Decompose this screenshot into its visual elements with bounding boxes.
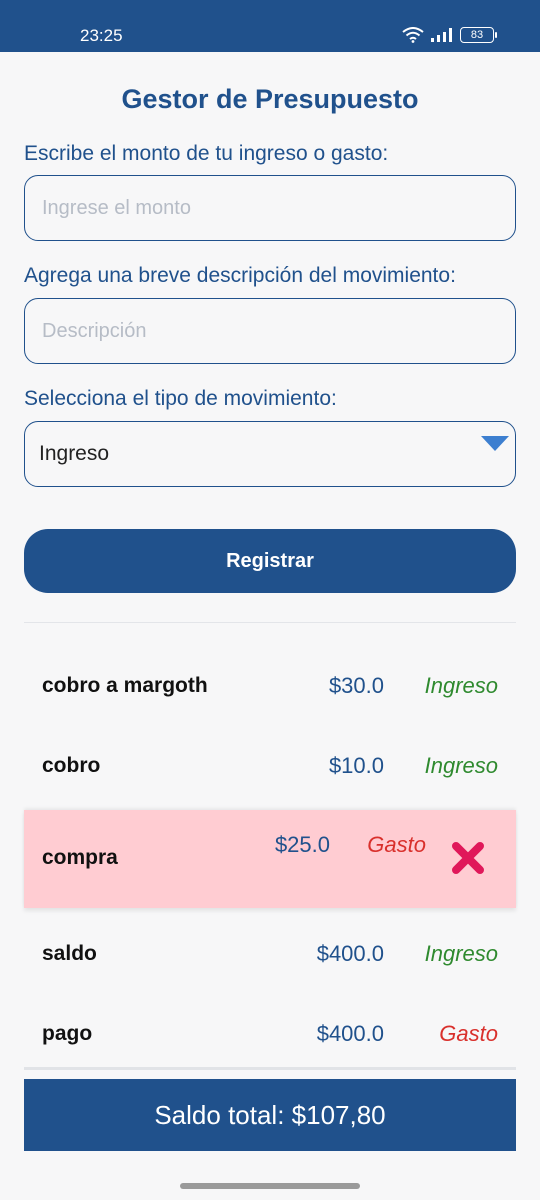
movement-row[interactable]: saldo $400.0 Ingreso: [24, 914, 516, 994]
signal-icon: [431, 28, 452, 42]
battery-icon: 83: [460, 27, 497, 43]
type-selected-value: Ingreso: [39, 442, 110, 465]
movement-row-selected[interactable]: compra $25.0 Gasto: [24, 810, 516, 908]
movement-description: compra: [42, 846, 118, 869]
amount-field[interactable]: [24, 175, 516, 241]
home-indicator[interactable]: [180, 1183, 360, 1189]
type-label: Selecciona el tipo de movimiento:: [24, 387, 337, 410]
movement-type: Gasto: [367, 832, 426, 857]
delete-icon[interactable]: [448, 838, 488, 878]
description-label: Agrega una breve descripción del movimie…: [24, 264, 456, 287]
status-time: 23:25: [80, 26, 123, 45]
movement-type: Ingreso: [424, 673, 498, 698]
battery-level: 83: [470, 29, 484, 41]
total-balance: Saldo total: $107,80: [24, 1079, 516, 1151]
movement-row[interactable]: pago $400.0 Gasto: [24, 994, 516, 1074]
status-icons: 83: [402, 27, 497, 43]
movement-amount: $30.0: [328, 673, 384, 698]
list-bottom-separator: [24, 1067, 516, 1070]
amount-label: Escribe el monto de tu ingreso o gasto:: [24, 142, 389, 165]
movement-description: pago: [42, 1022, 93, 1045]
register-button[interactable]: Registrar: [24, 529, 516, 593]
description-input[interactable]: [42, 319, 515, 343]
movement-description: cobro: [42, 754, 101, 777]
movement-description: saldo: [42, 942, 97, 965]
total-balance-text: Saldo total: $107,80: [154, 1099, 386, 1130]
page-title: Gestor de Presupuesto: [121, 84, 419, 114]
description-field[interactable]: [24, 298, 516, 364]
movement-amount: $400.0: [316, 941, 384, 966]
movement-row[interactable]: cobro $10.0 Ingreso: [24, 726, 516, 806]
movement-amount: $25.0: [274, 832, 330, 857]
status-bar: 23:25 83: [0, 0, 540, 52]
dropdown-arrow-icon[interactable]: [479, 434, 511, 454]
type-select[interactable]: Ingreso: [24, 421, 516, 487]
wifi-icon: [402, 27, 424, 43]
movement-amount: $10.0: [328, 753, 384, 778]
movement-type: Ingreso: [424, 753, 498, 778]
amount-input[interactable]: [42, 196, 515, 220]
movement-row[interactable]: cobro a margoth $30.0 Ingreso: [24, 646, 516, 726]
movement-type: Gasto: [439, 1021, 498, 1046]
divider: [24, 622, 516, 623]
movement-description: cobro a margoth: [42, 674, 208, 697]
movement-type: Ingreso: [424, 941, 498, 966]
movement-amount: $400.0: [316, 1021, 384, 1046]
